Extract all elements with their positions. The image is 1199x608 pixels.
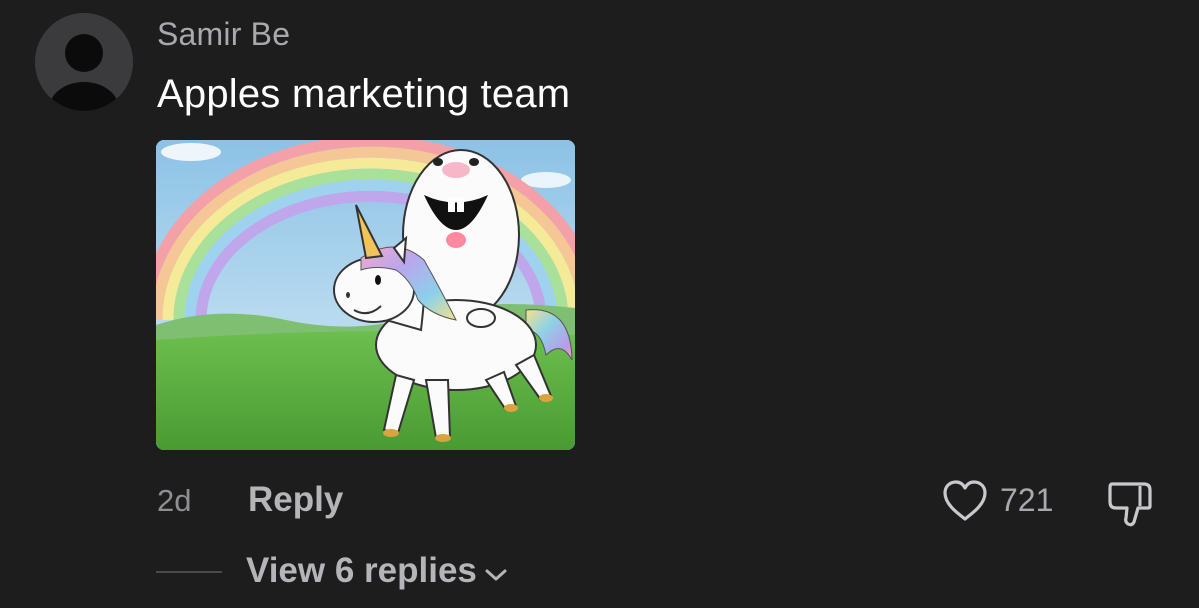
comment-item: Samir Be Apples marketing team 2d Reply … — [0, 0, 1199, 608]
avatar[interactable] — [35, 13, 133, 111]
user-silhouette-icon — [35, 13, 133, 111]
thumbs-down-outline-icon — [1108, 482, 1152, 527]
heart-outline-icon — [943, 480, 987, 521]
replies-divider — [156, 571, 222, 573]
dislike-button[interactable] — [1104, 474, 1160, 528]
comment-image[interactable] — [156, 140, 575, 450]
chevron-down-icon — [485, 551, 507, 591]
username[interactable]: Samir Be — [157, 16, 290, 53]
unicorn-hamster-meme-image — [156, 140, 575, 450]
view-replies-label: View 6 replies — [246, 551, 477, 590]
view-replies-button[interactable]: View 6 replies — [246, 551, 507, 591]
comment-text: Apples marketing team — [157, 72, 571, 116]
reply-button[interactable]: Reply — [248, 480, 343, 520]
comment-timestamp: 2d — [157, 483, 192, 518]
like-count: 721 — [1000, 482, 1054, 518]
like-button[interactable] — [940, 478, 990, 524]
